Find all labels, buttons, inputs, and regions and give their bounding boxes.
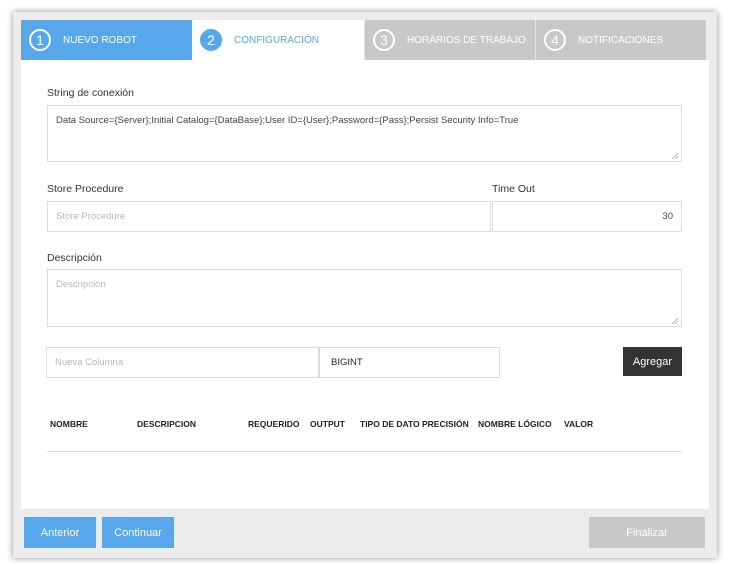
step-notificaciones[interactable]: 4 NOTIFICACIONES [535, 20, 706, 60]
description-label: Descripción [47, 252, 102, 264]
add-column-button[interactable]: Agregar [623, 347, 682, 376]
resize-handle-icon[interactable] [672, 318, 678, 324]
wizard-steps: 1 NUEVO ROBOT 2 CONFIGURACIÓN 3 HORARIOS… [21, 20, 709, 60]
new-column-placeholder: Nueva Columna [55, 357, 124, 368]
config-form: String de conexión Data Source={Server};… [21, 60, 709, 509]
connection-string-field[interactable]: Data Source={Server};Initial Catalog={Da… [47, 105, 682, 162]
datatype-value: BIGINT [331, 357, 363, 368]
step-number: 4 [544, 29, 566, 51]
step-label: NUEVO ROBOT [63, 34, 137, 46]
store-procedure-placeholder: Store Procedure [56, 211, 126, 222]
store-procedure-label: Store Procedure [47, 183, 124, 195]
continue-button[interactable]: Continuar [102, 517, 174, 548]
description-textarea[interactable]: Descripción [47, 269, 682, 327]
step-number: 2 [200, 29, 222, 51]
column-header-valor[interactable]: VALOR [564, 419, 593, 429]
step-number: 3 [373, 29, 395, 51]
column-header-precision[interactable]: PRECISIÓN [422, 419, 469, 429]
step-label: NOTIFICACIONES [578, 34, 664, 46]
column-header-nombre[interactable]: NOMBRE [50, 419, 88, 429]
column-header-requerido[interactable]: REQUERIDO [248, 419, 299, 429]
step-number: 1 [29, 29, 51, 51]
step-nuevo-robot[interactable]: 1 NUEVO ROBOT [21, 20, 192, 60]
new-column-input[interactable]: Nueva Columna [46, 347, 319, 378]
wizard-window: 1 NUEVO ROBOT 2 CONFIGURACIÓN 3 HORARIOS… [13, 12, 717, 558]
description-placeholder: Descripción [56, 279, 106, 290]
step-horarios[interactable]: 3 HORARIOS DE TRABAJO [364, 20, 535, 60]
step-configuracion[interactable]: 2 CONFIGURACIÓN [192, 20, 364, 60]
resize-handle-icon[interactable] [672, 153, 678, 159]
column-header-output[interactable]: OUTPUT [310, 419, 345, 429]
timeout-input[interactable]: 30 [492, 201, 682, 232]
datatype-select[interactable]: BIGINT [319, 347, 500, 378]
timeout-label: Time Out [492, 183, 535, 195]
finish-button[interactable]: Finalizar [589, 517, 705, 548]
table-divider [47, 451, 682, 452]
timeout-value: 30 [662, 211, 673, 222]
connection-string-label: String de conexión [47, 87, 134, 99]
step-label: HORARIOS DE TRABAJO [407, 34, 526, 46]
column-header-descripcion[interactable]: DESCRIPCION [137, 419, 196, 429]
step-label: CONFIGURACIÓN [234, 34, 319, 46]
column-header-nombre-logico[interactable]: NOMBRE LÓGICO [478, 419, 552, 429]
store-procedure-input[interactable]: Store Procedure [47, 201, 491, 232]
column-header-tipo-de-dato[interactable]: TIPO DE DATO [360, 419, 420, 429]
previous-button[interactable]: Anterior [24, 517, 96, 548]
connection-string-value: Data Source={Server};Initial Catalog={Da… [56, 115, 519, 126]
